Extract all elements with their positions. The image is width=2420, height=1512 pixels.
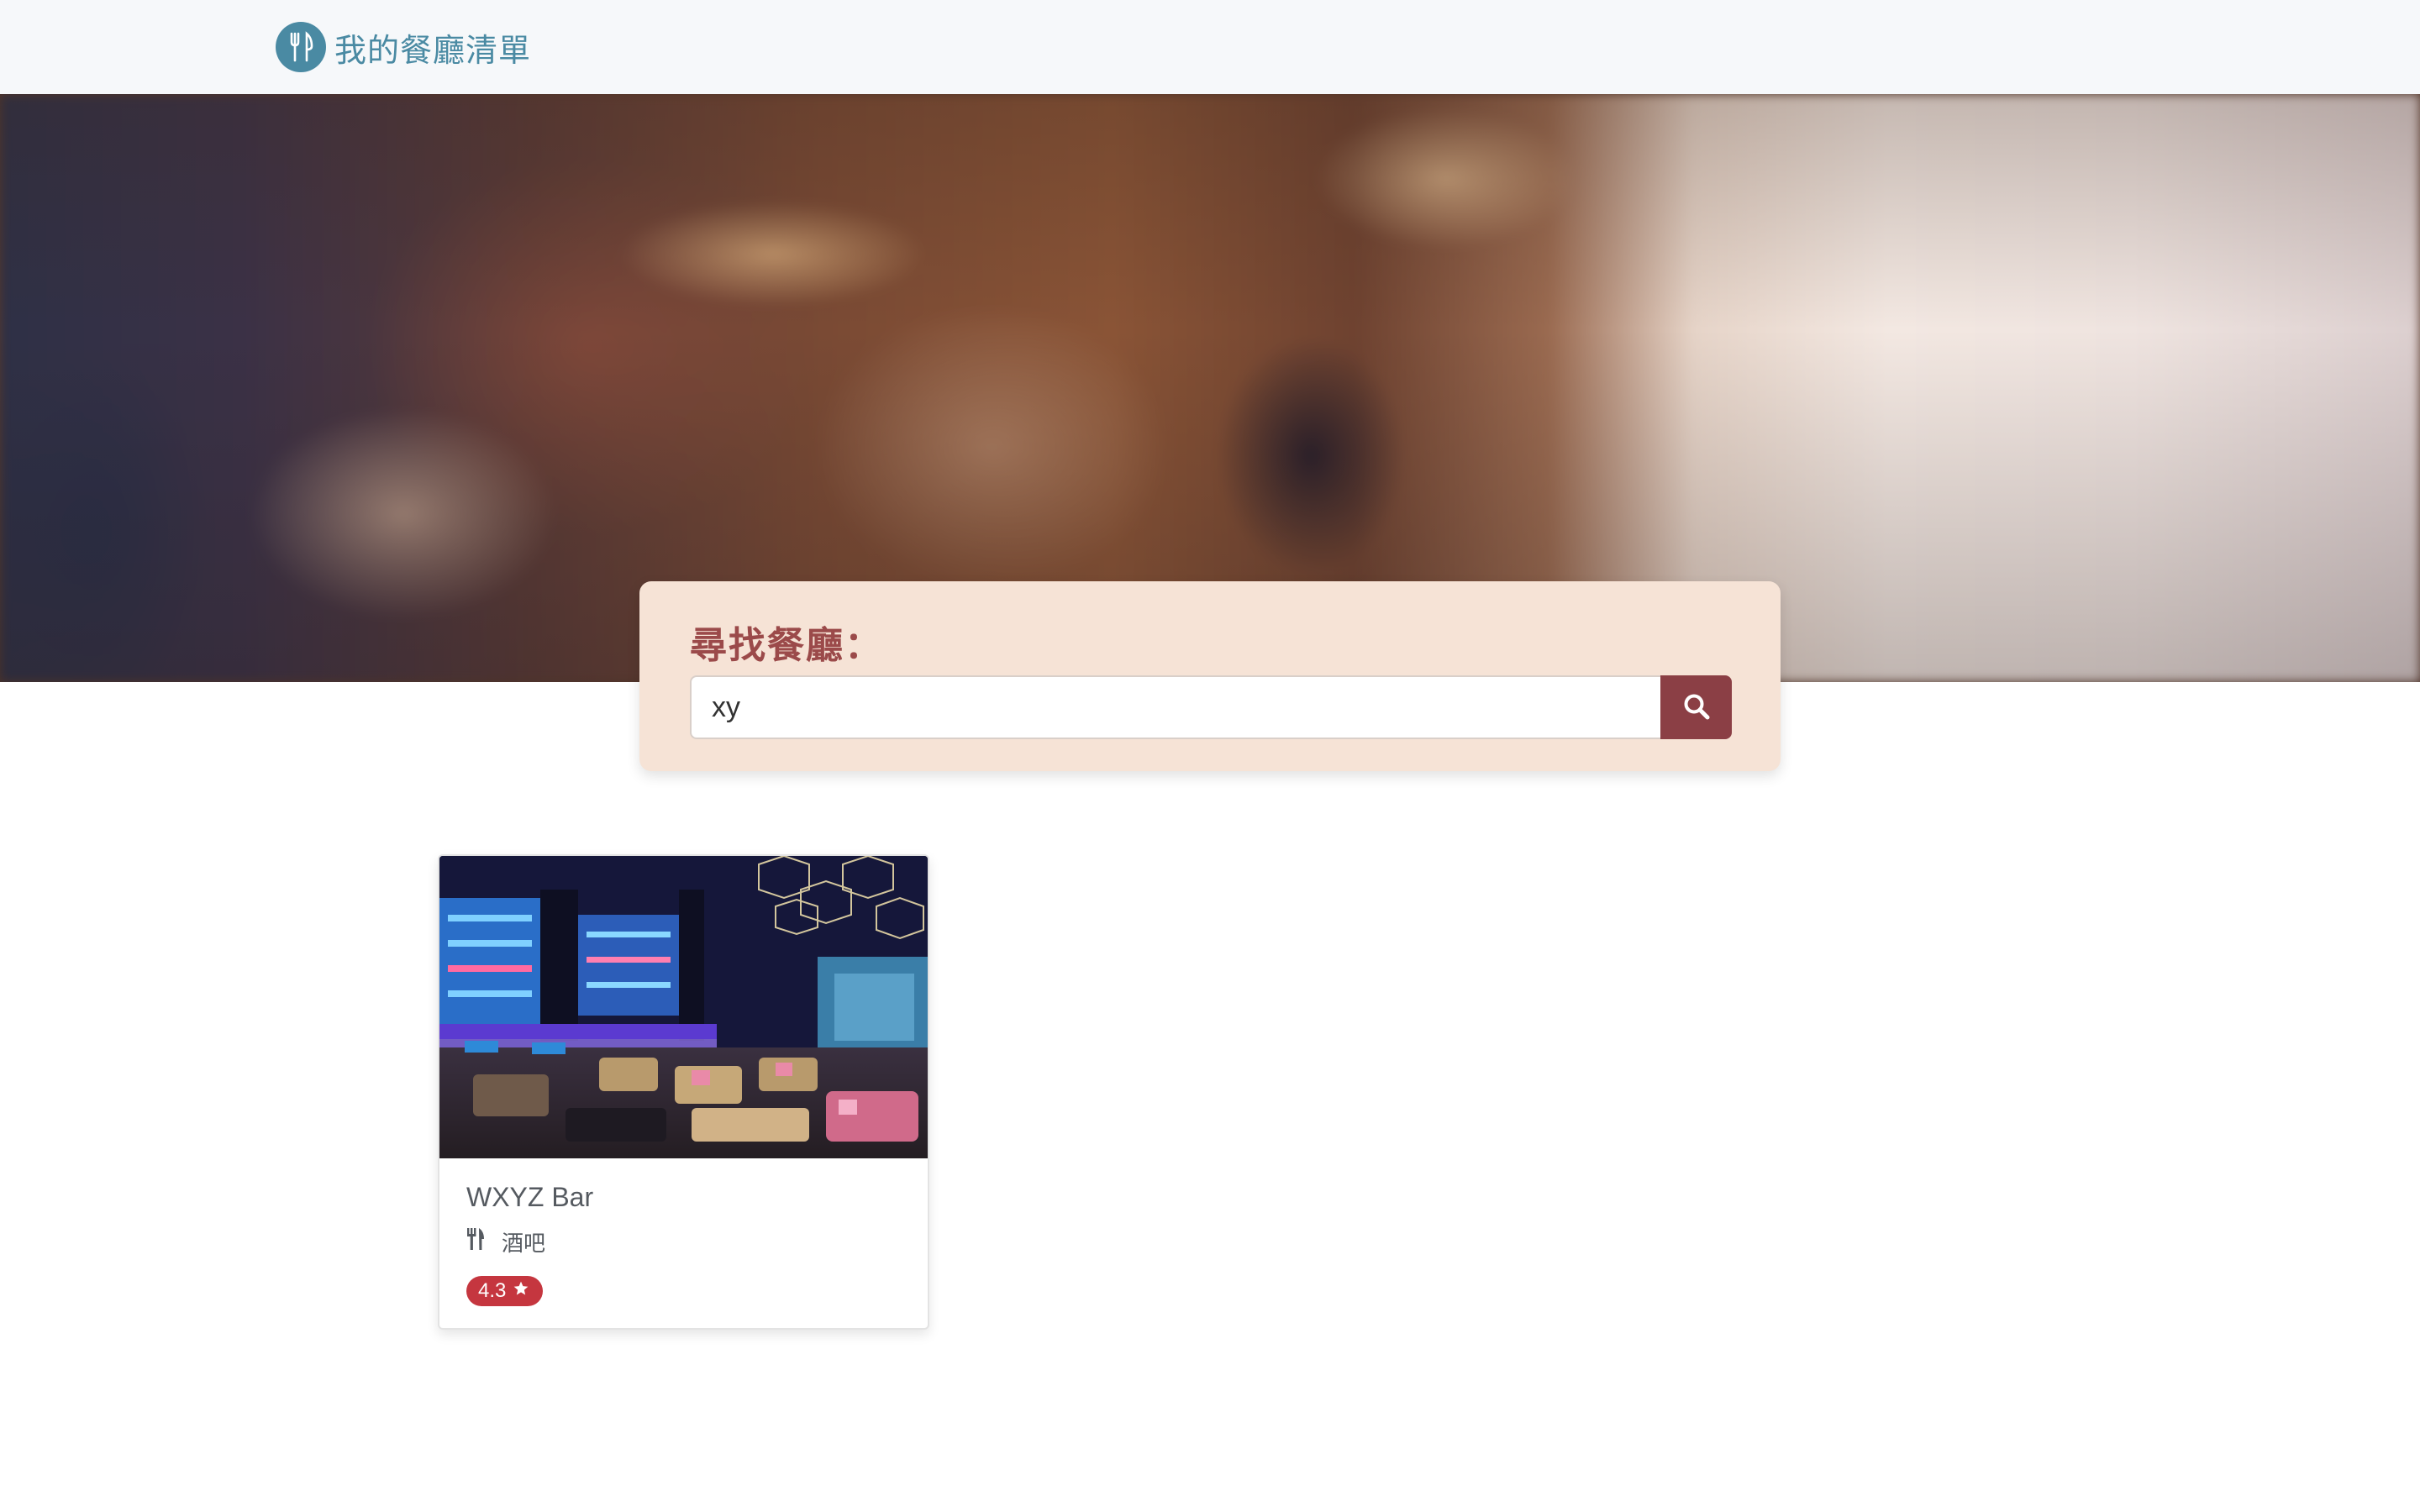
- rating-badge: 4.3: [466, 1276, 544, 1306]
- restaurant-name[interactable]: WXYZ Bar: [466, 1182, 901, 1213]
- navbar: 我的餐廳清單: [0, 0, 2420, 94]
- restaurant-card[interactable]: WXYZ Bar 酒吧 4.3: [438, 854, 929, 1330]
- brand-link[interactable]: 我的餐廳清單: [276, 22, 531, 72]
- search-panel: 尋找餐廳：: [639, 581, 1781, 771]
- search-input[interactable]: [690, 675, 1662, 739]
- fork-knife-icon: [276, 22, 326, 72]
- card-body: WXYZ Bar 酒吧 4.3: [466, 1182, 901, 1306]
- star-icon: [506, 1279, 529, 1303]
- restaurant-category: 酒吧: [466, 1226, 901, 1257]
- rating-value: 4.3: [478, 1279, 507, 1302]
- search-title: 尋找餐廳：: [690, 624, 883, 667]
- brand-name: 我的餐廳清單: [334, 31, 532, 69]
- search-button[interactable]: [1660, 675, 1732, 739]
- search-icon: [1682, 692, 1711, 723]
- category-label: 酒吧: [502, 1231, 546, 1257]
- utensils-icon: [466, 1228, 485, 1256]
- restaurant-image: [439, 856, 928, 1158]
